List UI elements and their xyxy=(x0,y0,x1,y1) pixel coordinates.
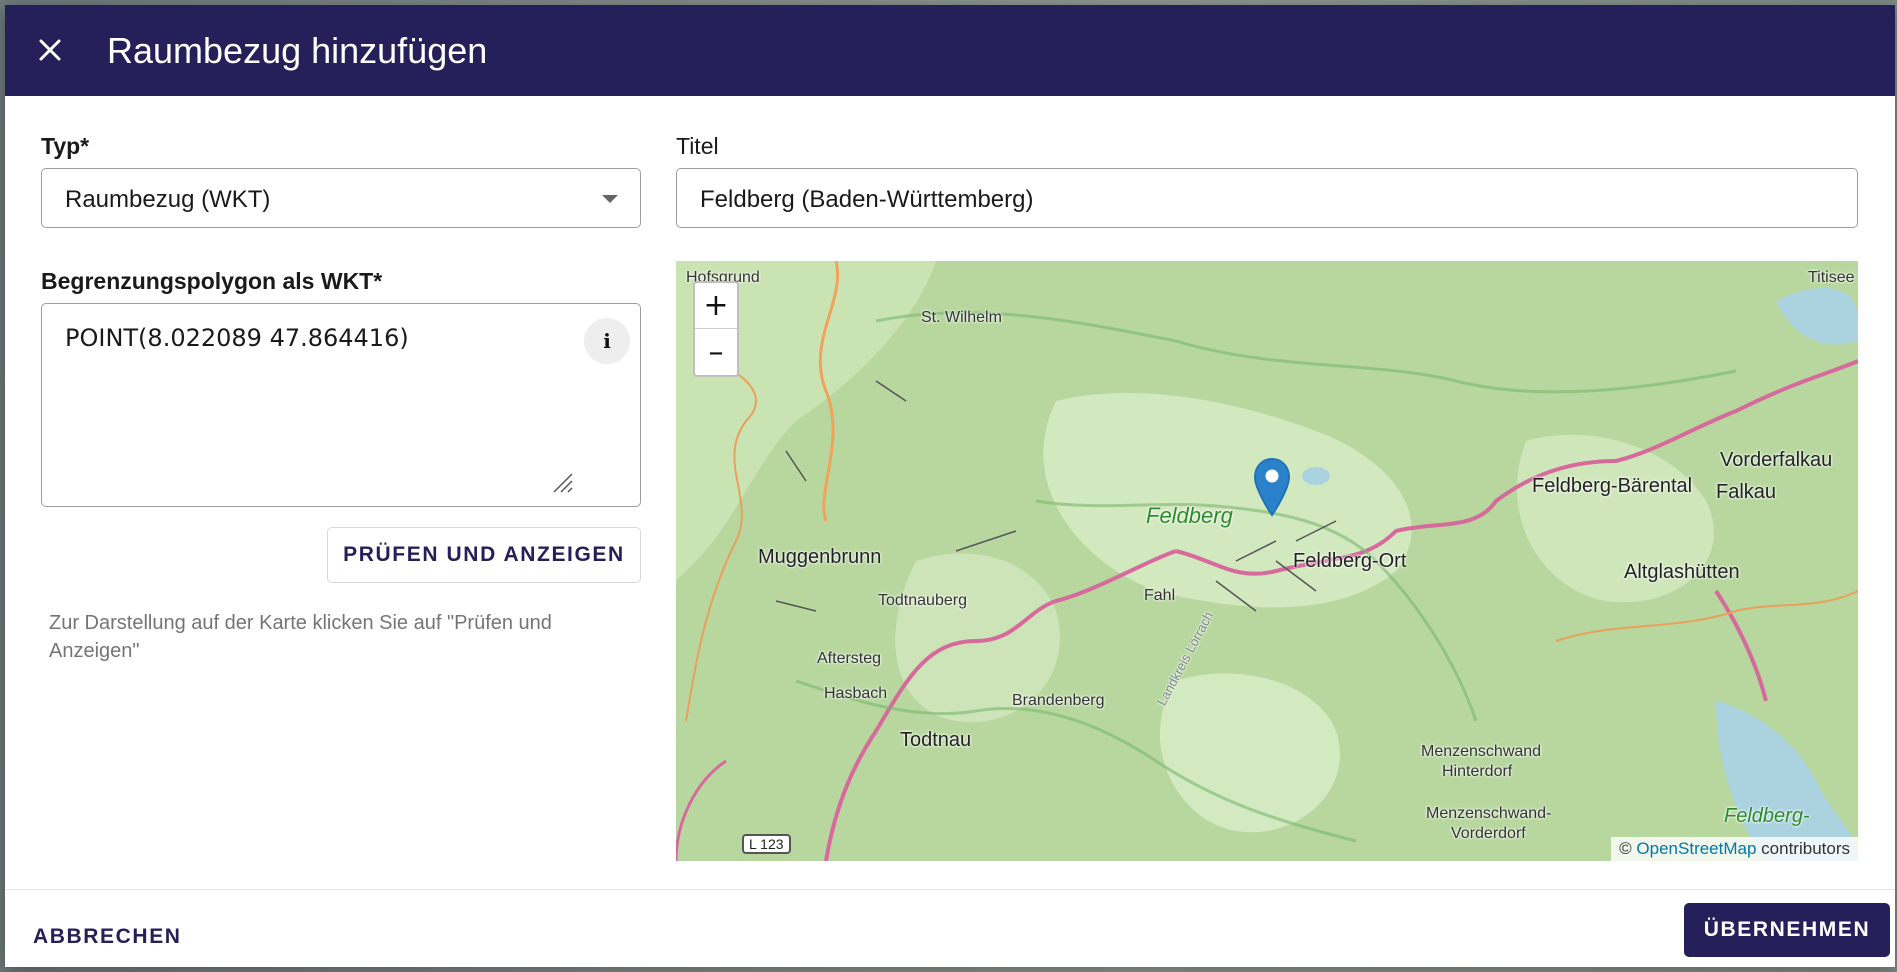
close-button[interactable] xyxy=(27,27,73,73)
map-label-menzenschwand-vorderdorf-2: Vorderdorf xyxy=(1451,825,1526,842)
type-label: Typ* xyxy=(41,133,90,159)
map-label-menzenschwand-hinterdorf-2: Hinterdorf xyxy=(1442,763,1513,780)
map-label-vorderfalkau: Vorderfalkau xyxy=(1720,449,1833,471)
map-label-feldberg-baerental: Feldberg-Bärental xyxy=(1532,475,1693,497)
footer-divider xyxy=(5,889,1895,890)
map-label-fahl: Fahl xyxy=(1144,587,1176,604)
wkt-textarea[interactable]: POINT(8.022089 47.864416) i xyxy=(41,303,641,507)
info-button[interactable]: i xyxy=(584,318,630,364)
hint-text: Zur Darstellung auf der Karte klicken Si… xyxy=(49,612,552,662)
chevron-down-icon xyxy=(602,195,618,203)
map-label-todtnau: Todtnau xyxy=(900,729,972,751)
copyright-symbol: © xyxy=(1619,839,1632,858)
title-input-value: Feldberg (Baden-Württemberg) xyxy=(700,186,1034,213)
map-label-feldberg-ort: Feldberg-Ort xyxy=(1293,550,1407,572)
map-label-menzenschwand-vorderdorf-1: Menzenschwand- xyxy=(1426,805,1552,822)
wkt-textarea-value: POINT(8.022089 47.864416) xyxy=(65,324,409,352)
map-label-menzenschwand-hinterdorf-1: Menzenschwand xyxy=(1421,743,1542,760)
road-shield-l123: L 123 xyxy=(742,834,791,854)
type-select[interactable]: Raumbezug (WKT) xyxy=(41,168,641,228)
map-label-feldberg: Feldberg xyxy=(1146,503,1233,528)
map-label-muggenbrunn: Muggenbrunn xyxy=(758,546,882,568)
zoom-control: + – xyxy=(693,281,739,377)
title-label: Titel xyxy=(676,133,719,159)
dialog-title: Raumbezug hinzufügen xyxy=(107,30,488,71)
map-view[interactable]: Hofsgrund St. Wilhelm Titisee Vorderfalk… xyxy=(676,261,1858,861)
title-input[interactable]: Feldberg (Baden-Württemberg) xyxy=(676,168,1858,228)
add-spatial-reference-dialog: Raumbezug hinzufügen Typ* Raumbezug (WKT… xyxy=(5,5,1895,967)
check-and-show-button[interactable]: PRÜFEN UND ANZEIGEN xyxy=(327,527,641,583)
map-label-titisee: Titisee xyxy=(1808,269,1855,286)
map-label-todtnauberg: Todtnauberg xyxy=(878,592,967,609)
zoom-in-button[interactable]: + xyxy=(695,283,737,329)
info-icon: i xyxy=(603,329,611,353)
type-select-value: Raumbezug (WKT) xyxy=(65,186,271,213)
close-icon xyxy=(39,39,61,61)
resize-handle-icon[interactable] xyxy=(550,470,574,494)
openstreetmap-link[interactable]: OpenStreetMap xyxy=(1636,839,1756,858)
wkt-label: Begrenzungspolygon als WKT* xyxy=(41,268,383,294)
map-label-brandenberg: Brandenberg xyxy=(1012,692,1105,709)
map-label-falkau: Falkau xyxy=(1716,481,1777,503)
apply-button[interactable]: ÜBERNEHMEN xyxy=(1684,903,1890,957)
map-label-st-wilhelm: St. Wilhelm xyxy=(921,309,1002,326)
zoom-out-button[interactable]: – xyxy=(695,329,737,375)
map-label-aftersteg: Aftersteg xyxy=(817,650,882,667)
map-label-altglashuetten: Altglashütten xyxy=(1624,561,1740,583)
map-label-hasbach: Hasbach xyxy=(824,685,888,702)
attribution-suffix: contributors xyxy=(1761,839,1850,858)
cancel-button[interactable]: ABBRECHEN xyxy=(23,911,192,963)
map-marker-icon[interactable] xyxy=(1253,457,1291,517)
map-attribution: © OpenStreetMap contributors xyxy=(1611,837,1858,861)
map-label-feldberg-schluchsee: Feldberg- xyxy=(1724,805,1810,827)
dialog-header: Raumbezug hinzufügen xyxy=(5,5,1895,96)
